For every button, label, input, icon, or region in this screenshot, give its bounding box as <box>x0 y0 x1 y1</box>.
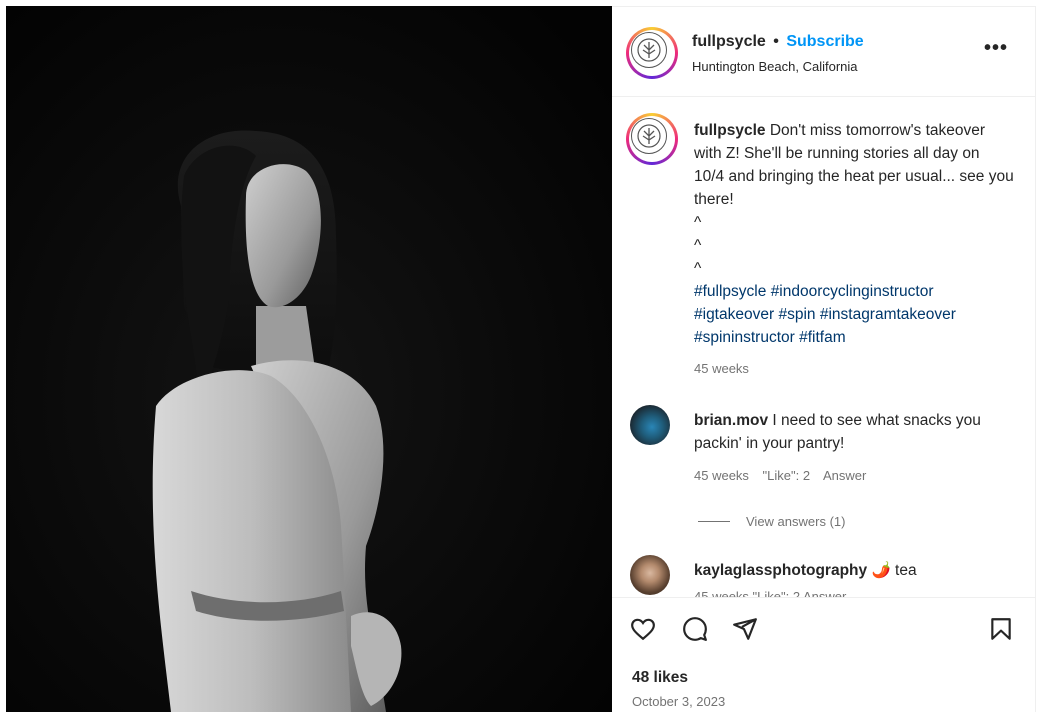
caption-caret: ^ <box>694 237 702 254</box>
more-icon[interactable]: ••• <box>984 37 1008 60</box>
comment-icon[interactable] <box>682 616 708 642</box>
hashtag-link[interactable]: #indoorcyclinginstructor <box>771 283 934 300</box>
hashtag-link[interactable]: #instagramtakeover <box>820 306 956 323</box>
comment-item: kaylaglassphotography 🌶️ tea <box>694 559 1024 582</box>
comment-answer-button[interactable]: Answer <box>803 589 846 597</box>
subscribe-button[interactable]: Subscribe <box>786 33 863 50</box>
view-answers-label: View answers (1) <box>746 514 846 529</box>
comment-time[interactable]: 45 weeks <box>694 468 749 483</box>
comment-item: brian.mov I need to see what snacks you … <box>694 409 1024 455</box>
hashtag-link[interactable]: #igtakeover <box>694 306 774 323</box>
commenter-avatar[interactable] <box>630 405 670 445</box>
hashtag-link[interactable]: #fullpsycle <box>694 283 766 300</box>
brand-logo-icon <box>631 118 667 154</box>
post-date[interactable]: October 3, 2023 <box>632 694 725 709</box>
comment-time[interactable]: 45 weeks <box>694 589 749 597</box>
hashtag-list: #fullpsycle #indoorcyclinginstructor #ig… <box>694 280 1014 349</box>
comment-likes[interactable]: "Like": 2 <box>763 468 811 483</box>
heart-icon[interactable] <box>630 616 656 642</box>
caption-time[interactable]: 45 weeks <box>694 357 1014 380</box>
post-header: fullpsycle • Subscribe Huntington Beach,… <box>612 7 1036 97</box>
view-answers-button[interactable]: View answers (1) <box>694 514 845 529</box>
caption-caret: ^ <box>694 260 702 277</box>
hashtag-link[interactable]: #fitfam <box>799 329 846 346</box>
comment-username[interactable]: brian.mov <box>694 412 768 429</box>
instagram-post: fullpsycle • Subscribe Huntington Beach,… <box>0 0 1046 712</box>
comment-meta: 45 weeks "Like": 2 Answer <box>694 589 846 597</box>
brand-logo-icon <box>631 32 667 68</box>
hashtag-link[interactable]: #spin <box>778 306 815 323</box>
likes-count[interactable]: 48 likes <box>632 669 688 687</box>
post-caption: fullpsycle Don't miss tomorrow's takeove… <box>694 119 1014 380</box>
post-photo[interactable] <box>6 6 612 712</box>
comment-text: 🌶️ tea <box>871 562 917 579</box>
divider-line <box>698 521 730 522</box>
post-location[interactable]: Huntington Beach, California <box>692 59 858 74</box>
author-username[interactable]: fullpsycle <box>692 33 766 50</box>
comment-meta: 45 weeks "Like": 2 Answer <box>694 468 876 483</box>
post-sidebar: fullpsycle • Subscribe Huntington Beach,… <box>612 6 1036 712</box>
post-image <box>6 6 612 712</box>
commenter-avatar[interactable] <box>630 555 670 595</box>
author-avatar[interactable] <box>626 27 678 79</box>
comment-answer-button[interactable]: Answer <box>823 468 866 483</box>
share-icon[interactable] <box>732 616 758 642</box>
caption-username[interactable]: fullpsycle <box>694 122 766 139</box>
comment-likes[interactable]: "Like": 2 <box>753 589 801 597</box>
author-line: fullpsycle • Subscribe <box>692 33 864 51</box>
comments-section[interactable]: fullpsycle Don't miss tomorrow's takeove… <box>612 97 1036 597</box>
caption-caret: ^ <box>694 214 702 231</box>
hashtag-link[interactable]: #spininstructor <box>694 329 795 346</box>
header-separator: • <box>773 33 779 50</box>
bookmark-icon[interactable] <box>988 616 1014 642</box>
caption-author-avatar[interactable] <box>626 113 678 165</box>
comment-username[interactable]: kaylaglassphotography <box>694 562 867 579</box>
post-actions: 48 likes October 3, 2023 <box>612 597 1036 712</box>
